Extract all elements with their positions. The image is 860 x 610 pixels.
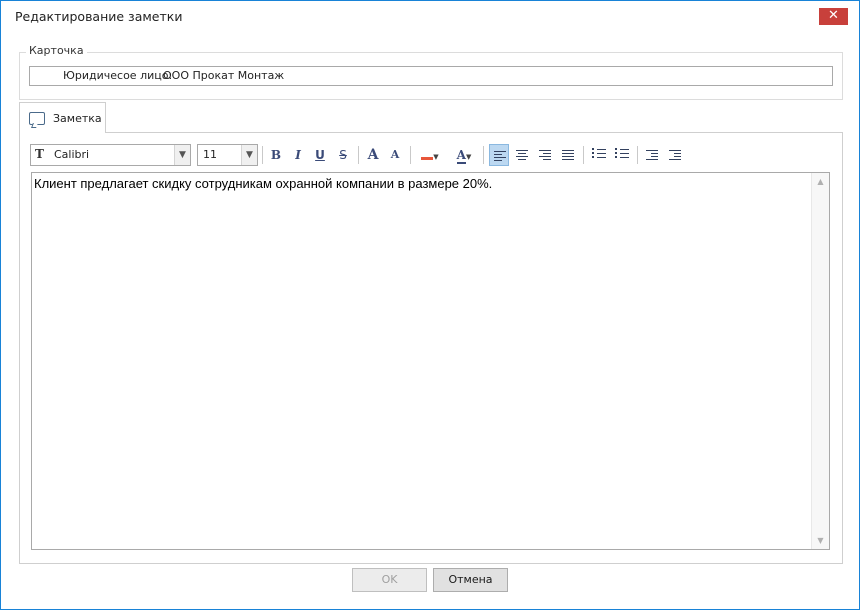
note-icon xyxy=(29,112,45,125)
toolbar-separator xyxy=(410,146,411,164)
chevron-down-icon[interactable]: ▼ xyxy=(174,145,190,165)
grow-font-button[interactable]: A xyxy=(363,144,383,166)
underline-button[interactable]: U xyxy=(310,144,330,166)
chevron-down-icon[interactable]: ▼ xyxy=(241,145,257,165)
note-editor[interactable]: Клиент предлагает скидку сотрудникам охр… xyxy=(31,172,830,550)
increase-indent-button[interactable] xyxy=(665,144,685,166)
dialog-body: Карточка Юридичесое лицо: ООО Прокат Мон… xyxy=(1,32,859,609)
strikethrough-button[interactable]: S xyxy=(333,144,353,166)
underline-icon: U xyxy=(315,148,325,162)
entity-label: Юридичесое лицо: xyxy=(63,69,173,82)
note-edit-window: Редактирование заметки ✕ Карточка Юридич… xyxy=(0,0,860,610)
strikethrough-icon: S xyxy=(339,148,347,162)
entity-value: ООО Прокат Монтаж xyxy=(163,69,285,82)
note-tab-panel: T Calibri ▼ 11 ▼ B I U S A A ▼ A▼ Клиент… xyxy=(19,132,843,564)
outdent-icon xyxy=(646,150,658,162)
toolbar-separator xyxy=(262,146,263,164)
grow-font-icon: A xyxy=(367,147,379,163)
align-center-button[interactable] xyxy=(512,144,532,166)
card-groupbox: Карточка Юридичесое лицо: ООО Прокат Мон… xyxy=(19,44,843,100)
align-center-icon xyxy=(516,150,528,162)
close-button[interactable]: ✕ xyxy=(819,8,848,25)
font-size-value: 11 xyxy=(203,148,217,161)
shrink-font-icon: A xyxy=(390,148,400,161)
bold-icon: B xyxy=(270,148,282,162)
entity-field[interactable]: Юридичесое лицо: ООО Прокат Монтаж xyxy=(29,66,833,86)
chevron-down-icon: ▼ xyxy=(465,153,472,161)
close-icon: ✕ xyxy=(828,8,839,23)
bullet-list-button[interactable] xyxy=(589,144,609,166)
font-size-select[interactable]: 11 ▼ xyxy=(197,144,258,166)
bold-button[interactable]: B xyxy=(266,144,286,166)
ok-button[interactable]: OK xyxy=(352,568,427,592)
align-right-button[interactable] xyxy=(535,144,555,166)
align-left-icon xyxy=(494,151,506,163)
font-family-select[interactable]: T Calibri ▼ xyxy=(30,144,191,166)
shrink-font-button[interactable]: A xyxy=(385,144,405,166)
scroll-down-icon[interactable]: ▼ xyxy=(812,532,829,549)
justify-icon xyxy=(562,150,574,162)
chevron-down-icon: ▼ xyxy=(433,153,439,161)
italic-button[interactable]: I xyxy=(288,144,308,166)
font-family-value: Calibri xyxy=(54,148,90,161)
title-bar[interactable]: Редактирование заметки ✕ xyxy=(1,1,859,32)
toolbar-separator xyxy=(483,146,484,164)
font-color-button[interactable]: A▼ xyxy=(450,144,478,166)
numbered-list-icon xyxy=(615,148,629,161)
highlight-icon xyxy=(421,147,434,160)
justify-button[interactable] xyxy=(558,144,578,166)
cancel-button[interactable]: Отмена xyxy=(433,568,508,592)
align-left-button[interactable] xyxy=(489,144,509,166)
numbered-list-button[interactable] xyxy=(612,144,632,166)
note-text[interactable]: Клиент предлагает скидку сотрудникам охр… xyxy=(34,176,492,191)
toolbar-separator xyxy=(358,146,359,164)
align-right-icon xyxy=(539,150,551,162)
indent-icon xyxy=(669,150,681,162)
bullet-list-icon xyxy=(592,148,606,161)
decrease-indent-button[interactable] xyxy=(642,144,662,166)
tab-note-label: Заметка xyxy=(53,112,102,125)
highlight-color-button[interactable]: ▼ xyxy=(416,144,444,166)
font-icon: T xyxy=(35,147,44,161)
scroll-up-icon[interactable]: ▲ xyxy=(812,173,829,190)
font-color-icon: A xyxy=(456,148,466,164)
italic-icon: I xyxy=(295,148,301,162)
window-title: Редактирование заметки xyxy=(15,9,183,24)
tab-note[interactable]: Заметка xyxy=(19,102,106,133)
card-legend: Карточка xyxy=(26,44,87,57)
vertical-scrollbar[interactable]: ▲ ▼ xyxy=(811,173,829,549)
formatting-toolbar: T Calibri ▼ 11 ▼ B I U S A A ▼ A▼ xyxy=(30,144,720,166)
toolbar-separator xyxy=(637,146,638,164)
toolbar-separator xyxy=(583,146,584,164)
